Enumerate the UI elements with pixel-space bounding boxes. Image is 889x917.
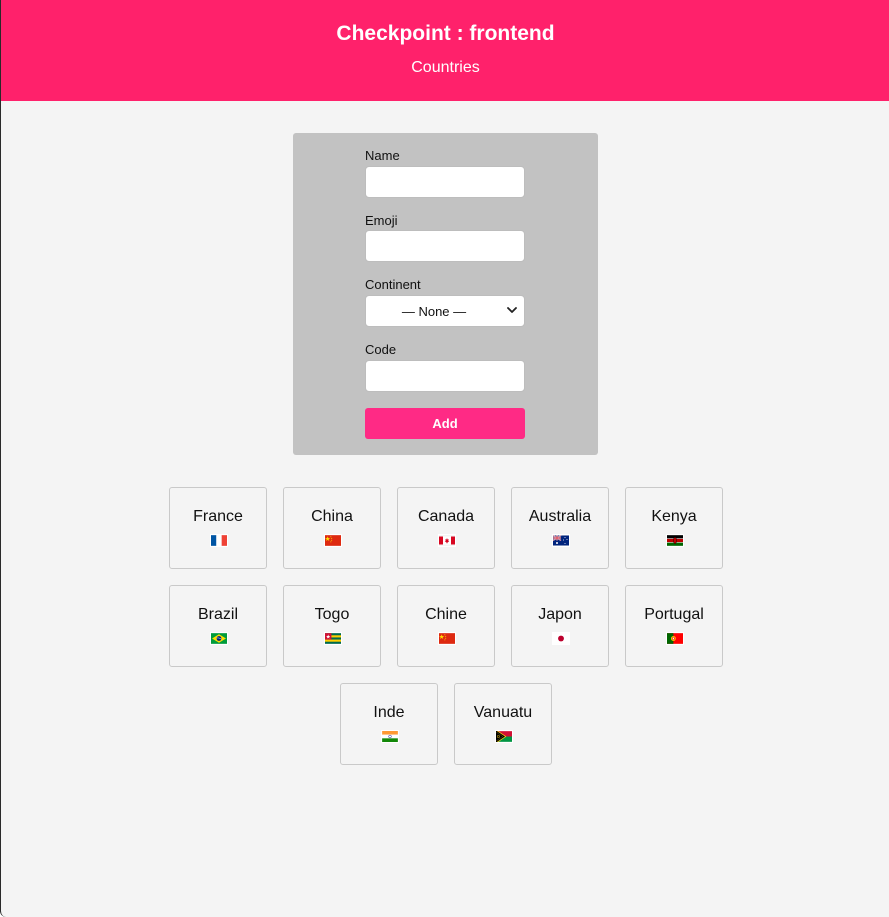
country-card-france[interactable]: France	[169, 487, 267, 569]
page: Checkpoint : frontend Countries Name Emo…	[0, 0, 889, 917]
continent-selected-value: — None —	[401, 304, 467, 319]
country-card-australia[interactable]: Australia	[511, 487, 609, 569]
country-card-portugal[interactable]: Portugal	[625, 585, 723, 667]
flag-japan-icon	[552, 632, 570, 645]
emoji-input[interactable]	[365, 230, 525, 262]
country-card-japon[interactable]: Japon	[511, 585, 609, 667]
code-input[interactable]	[365, 360, 525, 392]
country-card-vanuatu[interactable]: Vanuatu	[454, 683, 552, 765]
country-name: Togo	[314, 606, 350, 623]
name-input[interactable]	[365, 166, 525, 198]
add-button[interactable]: Add	[365, 408, 525, 439]
continent-select[interactable]: — None —	[365, 295, 525, 327]
code-label: Code	[365, 342, 397, 357]
name-label: Name	[365, 148, 400, 163]
continent-label: Continent	[365, 277, 421, 292]
chevron-down-icon	[507, 307, 517, 313]
flag-togo-icon	[324, 632, 342, 645]
country-name: Australia	[528, 508, 592, 525]
country-name: Brazil	[197, 606, 238, 623]
country-name: Kenya	[651, 508, 697, 525]
flag-china-icon	[438, 632, 456, 645]
add-country-form: Name Emoji Continent — None — Code Add	[293, 133, 598, 455]
country-card-kenya[interactable]: Kenya	[625, 487, 723, 569]
page-title: Checkpoint : frontend	[336, 22, 555, 45]
country-name: Portugal	[644, 606, 704, 623]
page-subtitle: Countries	[411, 59, 480, 76]
flag-france-icon	[210, 534, 228, 547]
flag-canada-icon	[438, 534, 456, 547]
country-card-togo[interactable]: Togo	[283, 585, 381, 667]
country-name: Chine	[425, 606, 467, 623]
country-name: Canada	[417, 508, 475, 525]
country-name: France	[193, 508, 243, 525]
country-card-china[interactable]: China	[283, 487, 381, 569]
flag-china-icon	[324, 534, 342, 547]
flag-vanuatu-icon	[495, 730, 513, 743]
country-name: Inde	[373, 704, 405, 721]
flag-australia-icon	[552, 534, 570, 547]
flag-brazil-icon	[210, 632, 228, 645]
country-name: China	[311, 508, 353, 525]
country-card-brazil[interactable]: Brazil	[169, 585, 267, 667]
flag-india-icon	[381, 730, 399, 743]
flag-portugal-icon	[666, 632, 684, 645]
emoji-label: Emoji	[365, 213, 398, 228]
country-name: Japon	[538, 606, 582, 623]
country-card-inde[interactable]: Inde	[340, 683, 438, 765]
flag-kenya-icon	[666, 534, 684, 547]
country-card-chine[interactable]: Chine	[397, 585, 495, 667]
header: Checkpoint : frontend Countries	[1, 0, 889, 101]
country-name: Vanuatu	[473, 704, 533, 721]
country-card-canada[interactable]: Canada	[397, 487, 495, 569]
